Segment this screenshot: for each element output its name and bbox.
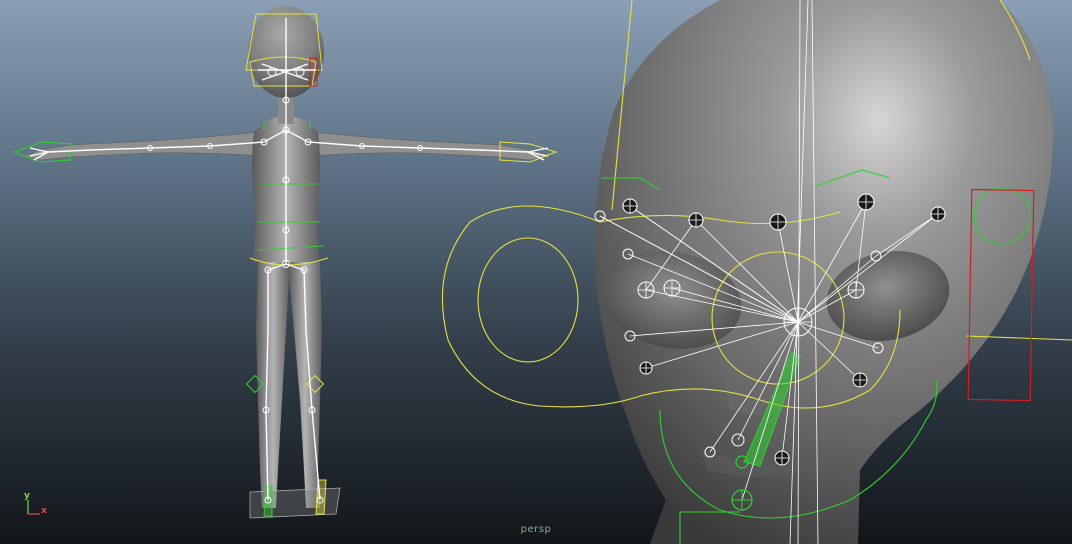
axis-y-label: y (24, 491, 30, 501)
left-leg-mesh[interactable] (256, 262, 290, 508)
face-yellow-loop[interactable] (477, 237, 579, 363)
axis-gizmo (27, 500, 40, 515)
full-body-character[interactable] (12, 6, 558, 519)
maya-perspective-viewport[interactable]: y x persp (0, 0, 1072, 544)
foot-control[interactable] (249, 487, 341, 519)
head-closeup[interactable] (441, 0, 1072, 544)
axis-x-label: x (41, 506, 47, 516)
camera-label: persp (520, 524, 552, 535)
viewport-scene[interactable] (0, 0, 1072, 544)
